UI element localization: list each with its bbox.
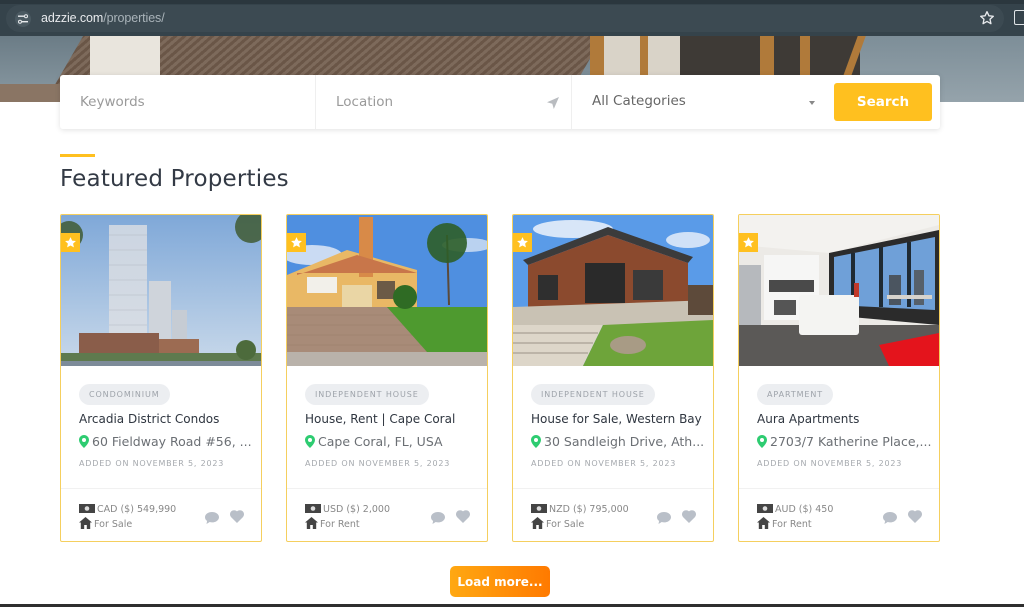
money-icon <box>757 504 773 513</box>
money-icon <box>305 504 321 513</box>
property-status: For Sale <box>79 517 132 530</box>
property-status: For Rent <box>757 517 812 530</box>
category-tag[interactable]: INDEPENDENT HOUSE <box>305 384 429 405</box>
locate-arrow-icon[interactable] <box>546 95 560 109</box>
property-status: For Sale <box>531 517 584 530</box>
property-card[interactable]: INDEPENDENT HOUSE House for Sale, Wester… <box>512 214 714 542</box>
map-pin-icon <box>531 435 541 448</box>
added-date: ADDED ON NOVEMBER 5, 2023 <box>531 459 677 468</box>
comment-icon[interactable] <box>205 509 219 528</box>
category-tag[interactable]: INDEPENDENT HOUSE <box>531 384 655 405</box>
browser-toolbar: adzzie.com/properties/ <box>0 0 1024 36</box>
property-card[interactable]: APARTMENT Aura Apartments 2703/7 Katheri… <box>738 214 940 542</box>
bookmark-star-icon[interactable] <box>979 10 997 28</box>
keywords-input[interactable] <box>60 75 315 129</box>
site-settings-icon[interactable] <box>15 11 31 27</box>
section-title: Featured Properties <box>60 166 289 192</box>
category-tag[interactable]: CONDOMINIUM <box>79 384 170 405</box>
property-card[interactable]: INDEPENDENT HOUSE House, Rent | Cape Cor… <box>286 214 488 542</box>
money-icon <box>79 504 95 513</box>
keywords-field <box>60 75 315 129</box>
property-title[interactable]: Arcadia District Condos <box>79 412 219 426</box>
search-button[interactable]: Search <box>834 83 932 121</box>
property-price: AUD ($) 450 <box>757 503 833 515</box>
url-text[interactable]: adzzie.com/properties/ <box>41 11 165 25</box>
category-tag[interactable]: APARTMENT <box>757 384 834 405</box>
star-icon <box>291 237 302 248</box>
property-image[interactable] <box>739 215 939 366</box>
property-address: 30 Sandleigh Drive, Ath... <box>531 434 704 449</box>
address-bar[interactable]: adzzie.com/properties/ <box>6 5 1004 32</box>
heart-icon[interactable] <box>230 508 244 527</box>
property-address: Cape Coral, FL, USA <box>305 434 443 449</box>
heart-icon[interactable] <box>908 508 922 527</box>
card-divider <box>287 488 487 489</box>
property-status: For Rent <box>305 517 360 530</box>
heart-icon[interactable] <box>456 508 470 527</box>
property-image[interactable] <box>287 215 487 366</box>
side-panel-icon[interactable] <box>1014 10 1024 25</box>
url-path: /properties/ <box>103 11 165 25</box>
map-pin-icon <box>757 435 767 448</box>
load-more-button[interactable]: Load more... <box>450 566 550 597</box>
money-icon <box>531 504 547 513</box>
map-pin-icon <box>79 435 89 448</box>
property-address: 2703/7 Katherine Place,... <box>757 434 931 449</box>
location-field <box>315 75 571 129</box>
property-title[interactable]: House for Sale, Western Bay <box>531 412 702 426</box>
featured-badge <box>513 233 532 252</box>
chevron-down-icon <box>809 101 815 105</box>
house-icon <box>305 517 318 529</box>
property-price: CAD ($) 549,990 <box>79 503 176 515</box>
house-icon <box>79 517 92 529</box>
star-icon <box>65 237 76 248</box>
property-address: 60 Fieldway Road #56, ... <box>79 434 252 449</box>
featured-badge <box>61 233 80 252</box>
category-select[interactable]: All Categories <box>571 75 833 129</box>
url-domain: adzzie.com <box>41 11 104 25</box>
property-title[interactable]: House, Rent | Cape Coral <box>305 412 455 426</box>
property-title[interactable]: Aura Apartments <box>757 412 859 426</box>
section-accent-line <box>60 154 95 157</box>
property-image[interactable] <box>513 215 713 366</box>
featured-badge <box>287 233 306 252</box>
card-divider <box>739 488 939 489</box>
property-search-bar: All Categories Search <box>60 75 940 129</box>
comment-icon[interactable] <box>883 509 897 528</box>
category-selected-value: All Categories <box>592 93 686 109</box>
star-icon <box>743 237 754 248</box>
card-divider <box>61 488 261 489</box>
added-date: ADDED ON NOVEMBER 5, 2023 <box>305 459 451 468</box>
heart-icon[interactable] <box>682 508 696 527</box>
house-icon <box>531 517 544 529</box>
comment-icon[interactable] <box>431 509 445 528</box>
property-image[interactable] <box>61 215 261 366</box>
featured-badge <box>739 233 758 252</box>
property-card[interactable]: CONDOMINIUM Arcadia District Condos 60 F… <box>60 214 262 542</box>
comment-icon[interactable] <box>657 509 671 528</box>
property-price: USD ($) 2,000 <box>305 503 390 515</box>
added-date: ADDED ON NOVEMBER 5, 2023 <box>757 459 903 468</box>
house-icon <box>757 517 770 529</box>
added-date: ADDED ON NOVEMBER 5, 2023 <box>79 459 225 468</box>
star-icon <box>517 237 528 248</box>
property-price: NZD ($) 795,000 <box>531 503 629 515</box>
location-input[interactable] <box>316 75 571 129</box>
map-pin-icon <box>305 435 315 448</box>
tab-strip <box>0 0 1024 4</box>
card-divider <box>513 488 713 489</box>
